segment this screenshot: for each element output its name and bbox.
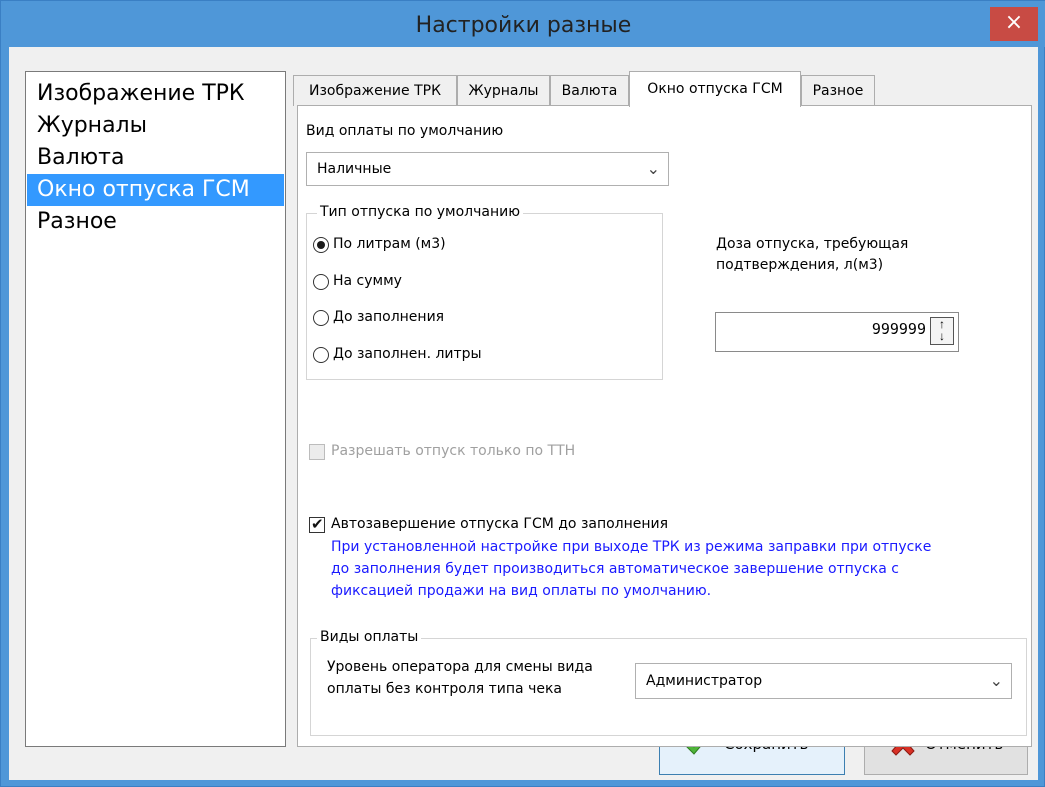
autocomplete-hint-line3: фиксацией продажи на вид оплаты по умолч… <box>331 583 712 599</box>
chevron-down-icon: ⌄ <box>989 671 1003 690</box>
autocomplete-hint-line2: до заполнения будет производиться автома… <box>331 561 899 577</box>
operator-level-select[interactable]: Администратор ⌄ <box>635 663 1012 699</box>
radio-by-liters[interactable]: По литрам (м3) <box>313 235 533 257</box>
radio-until-full-liters[interactable]: До заполнен. литры <box>313 345 533 367</box>
window-title: Настройки разные <box>415 13 632 38</box>
radio-by-sum-label: На сумму <box>333 273 402 289</box>
radio-by-liters-label: По литрам (м3) <box>333 236 446 252</box>
tab-misc[interactable]: Разное <box>801 75 875 106</box>
tab-currency[interactable]: Валюта <box>550 75 629 106</box>
nav-item-journals[interactable]: Журналы <box>27 110 284 142</box>
radio-until-full[interactable]: До заполнения <box>313 308 533 330</box>
dose-spin-edit[interactable]: 999999 ↑ ↓ <box>715 312 959 352</box>
ttn-only-checkbox[interactable] <box>309 444 325 460</box>
tab-pump-image[interactable]: Изображение ТРК <box>293 75 457 106</box>
autocomplete-label: Автозавершение отпуска ГСМ до заполнения <box>331 516 669 532</box>
nav-item-dispense-window[interactable]: Окно отпуска ГСМ <box>27 174 284 206</box>
dose-label-line1: Доза отпуска, требующая <box>716 236 909 252</box>
settings-category-list[interactable]: Изображение ТРК Журналы Валюта Окно отпу… <box>25 71 286 747</box>
radio-button[interactable] <box>313 347 329 363</box>
tab-dispense-window[interactable]: Окно отпуска ГСМ <box>629 71 801 107</box>
ttn-only-label: Разрешать отпуск только по ТТН <box>331 443 576 459</box>
operator-level-label-line2: оплаты без контроля типа чека <box>327 681 563 697</box>
payment-default-label: Вид оплаты по умолчанию <box>306 123 504 139</box>
chevron-down-icon: ⌄ <box>646 159 660 178</box>
radio-button[interactable] <box>313 237 329 253</box>
dispense-type-title: Тип отпуска по умолчанию <box>317 204 524 220</box>
spin-up-down-icon[interactable]: ↑ ↓ <box>930 317 954 345</box>
radio-until-full-liters-label: До заполнен. литры <box>333 346 482 362</box>
radio-button[interactable] <box>313 274 329 290</box>
payment-default-select[interactable]: Наличные ⌄ <box>306 152 669 186</box>
radio-until-full-label: До заполнения <box>333 309 445 325</box>
payment-default-value: Наличные <box>317 161 392 177</box>
radio-by-sum[interactable]: На сумму <box>313 272 533 294</box>
nav-item-pump-image[interactable]: Изображение ТРК <box>27 78 284 110</box>
close-button[interactable]: × <box>990 7 1038 41</box>
dispense-type-group: Тип отпуска по умолчанию По литрам (м3) … <box>306 204 663 380</box>
dose-label-line2: подтверждения, л(м3) <box>716 257 884 273</box>
nav-item-currency[interactable]: Валюта <box>27 142 284 174</box>
operator-level-value: Администратор <box>646 673 763 689</box>
autocomplete-checkbox[interactable] <box>309 515 325 533</box>
tab-journals[interactable]: Журналы <box>457 75 550 106</box>
radio-button[interactable] <box>313 310 329 326</box>
window-client-area: Изображение ТРК Журналы Валюта Окно отпу… <box>9 47 1038 780</box>
payment-types-title: Виды оплаты <box>317 629 422 645</box>
dose-value: 999999 <box>871 320 926 338</box>
settings-window: Настройки разные × Изображение ТРК Журна… <box>0 0 1045 787</box>
tab-panel-dispense-window: Вид оплаты по умолчанию Наличные ⌄ Тип о… <box>297 105 1032 747</box>
operator-level-label-line1: Уровень оператора для смены вида <box>327 659 593 675</box>
title-bar[interactable]: Настройки разные × <box>1 1 1045 47</box>
close-icon: × <box>1004 10 1024 35</box>
payment-types-group: Виды оплаты Уровень оператора для смены … <box>310 629 1027 736</box>
autocomplete-hint-line1: При установленной настройке при выходе Т… <box>331 539 932 555</box>
nav-item-misc[interactable]: Разное <box>27 206 284 238</box>
